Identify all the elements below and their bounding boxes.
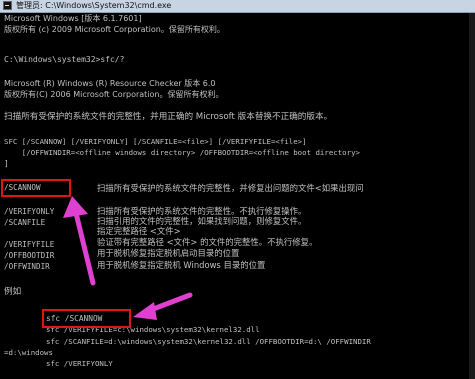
option-offwindir-desc: 用于脱机修复指定脱机 Windows 目录的位置: [97, 260, 266, 270]
option-verifyonly-desc: 扫描所有受保护的系统文件的完整性。不执行修复操作。: [97, 206, 307, 216]
example-scanfile: sfc /SCANFILE=d:\windows\system32\kernel…: [46, 337, 371, 346]
window-titlebar: 管理员: C:\Windows\System32\cmd.exe: [0, 0, 475, 13]
cmd-icon: [3, 1, 12, 10]
option-scannow-desc: 扫描所有受保护的系统文件的完整性，并修复出问题的文件<如果出现问: [97, 183, 364, 193]
option-scanfile-path-desc: 指定完整路径 <文件>: [97, 226, 181, 236]
example-label: 例如: [4, 287, 22, 297]
scannow-highlight-box: [1, 179, 71, 197]
option-verifyfile: /VERIFYFILE: [4, 240, 55, 249]
console-line-description: 扫描所有受保护的系统文件的完整性，并用正确的 Microsoft 版本替换不正确…: [4, 112, 333, 122]
example-scanfile-cont: =d:\windows: [4, 348, 53, 357]
option-offbootdir-desc: 用于脱机修复指定脱机启动目录的位置: [97, 248, 240, 258]
console-line-copyright: 版权所有 (c) 2009 Microsoft Corporation。保留所有…: [4, 25, 225, 34]
window-title: 管理员: C:\Windows\System32\cmd.exe: [16, 1, 172, 10]
console-line-usage: SFC [/SCANNOW] [/VERIFYONLY] [/SCANFILE=…: [4, 137, 307, 146]
option-scanfile-desc: 扫描引用的文件的完整性，如果找到问题，则修复文件。: [97, 216, 307, 226]
console-line-checker: Microsoft (R) Windows (R) Resource Check…: [4, 79, 216, 88]
example-scannow-highlight-box: [42, 309, 131, 328]
option-verifyonly: /VERIFYONLY: [4, 207, 55, 216]
example-verifyonly: sfc /VERIFYONLY: [46, 359, 113, 368]
console-line-version: Microsoft Windows [版本 6.1.7601]: [4, 14, 142, 23]
console-line-usage-cont: [/OFFWINDIR=<offline windows directory> …: [4, 148, 360, 157]
option-verifyfile-desc: 验证带有完整路径 <文件> 的文件的完整性。不执行修复。: [97, 237, 318, 247]
console-line-usage-end: ]: [4, 159, 9, 168]
option-offbootdir: /OFFBOOTDIR: [4, 251, 55, 260]
console-line-prompt: C:\Windows\system32>sfc/?: [4, 55, 125, 64]
option-scanfile: /SCANFILE: [4, 218, 46, 227]
option-offwindir: /OFFWINDIR: [4, 262, 50, 271]
console-scrollbar[interactable]: [469, 13, 475, 379]
console-line-checker-copyright: 版权所有(C) 2006 Microsoft Corporation。保留所有权…: [4, 90, 224, 99]
